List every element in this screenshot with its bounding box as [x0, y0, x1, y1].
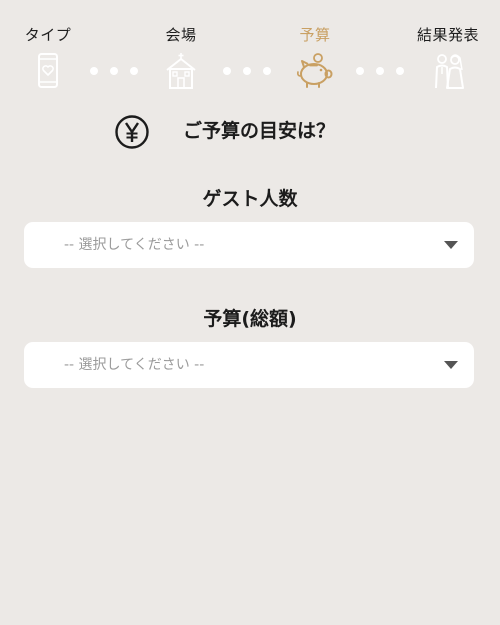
chevron-down-icon: [444, 241, 458, 249]
step-type[interactable]: タイプ: [3, 26, 93, 88]
couple-icon: [435, 54, 464, 89]
step-result[interactable]: 結果発表: [403, 26, 493, 89]
step-connector-dots: [356, 67, 404, 75]
step-connector-dots: [223, 67, 271, 75]
chevron-down-icon: [444, 361, 458, 369]
step-result-label: 結果発表: [416, 26, 479, 44]
piggy-bank-icon: [297, 53, 333, 88]
step-budget[interactable]: 予算: [270, 26, 360, 88]
progress-steps: タイプ 会場 予算 結果発表: [0, 0, 500, 100]
budget-question: ご予算の目安は？: [0, 112, 500, 152]
guest-count-select[interactable]: -- 選択してください --: [24, 222, 474, 268]
total-budget-label: 予算(総額): [203, 308, 297, 330]
yen-icon: [115, 115, 149, 149]
budget-step-page: タイプ 会場 予算 結果発表 ご予算の目安は？ ゲスト人数 -- 選択してくださ…: [0, 0, 500, 625]
guest-count-label: ゲスト人数: [202, 188, 298, 210]
total-budget-placeholder: -- 選択してください --: [64, 357, 205, 373]
question-title: ご予算の目安は？: [183, 120, 336, 142]
step-venue[interactable]: 会場: [136, 26, 226, 89]
guest-count-placeholder: -- 選択してください --: [64, 237, 205, 253]
step-connector-dots: [90, 67, 138, 75]
venue-building-icon: [166, 53, 196, 89]
step-budget-label: 予算: [299, 26, 331, 44]
step-venue-label: 会場: [165, 26, 197, 44]
total-budget-select[interactable]: -- 選択してください --: [24, 342, 474, 388]
step-type-label: タイプ: [24, 26, 72, 44]
smartphone-heart-icon: [38, 53, 58, 88]
